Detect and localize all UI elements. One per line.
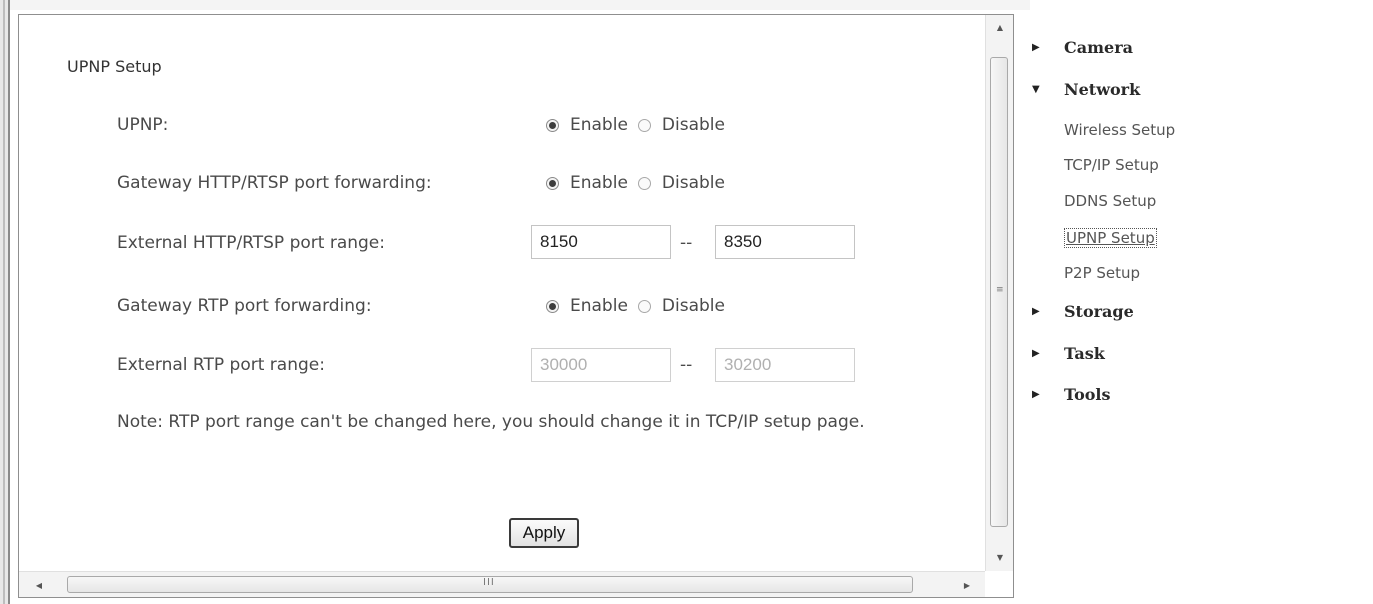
- external-http-rtsp-range-label: External HTTP/RTSP port range:: [117, 233, 385, 253]
- scroll-grip-icon: ≡: [996, 285, 1004, 295]
- scroll-down-arrow-icon[interactable]: ▼: [986, 545, 1013, 569]
- nav-item-tcpip-setup[interactable]: TCP/IP Setup: [1064, 156, 1159, 174]
- nav-category-label: Storage: [1064, 302, 1134, 321]
- gateway-http-rtsp-enable-label[interactable]: Enable: [570, 173, 628, 193]
- nav-item-wireless-setup[interactable]: Wireless Setup: [1064, 121, 1175, 139]
- vertical-scroll-thumb[interactable]: ≡: [990, 57, 1008, 527]
- gateway-http-rtsp-disable-radio[interactable]: [637, 176, 651, 190]
- gateway-http-rtsp-radio-group: Enable Disable: [546, 173, 735, 193]
- collapsed-triangle-icon: ▶: [1032, 348, 1040, 359]
- gateway-rtp-disable-radio[interactable]: [637, 299, 651, 313]
- nav-category-label: Network: [1064, 80, 1141, 99]
- scroll-left-arrow-icon[interactable]: ◀: [27, 572, 51, 597]
- left-window-border: [0, 0, 10, 604]
- gateway-rtp-label: Gateway RTP port forwarding:: [117, 296, 372, 316]
- gateway-rtp-disable-label[interactable]: Disable: [662, 296, 725, 316]
- nav-category-label: Tools: [1064, 385, 1111, 404]
- nav-category-label: Camera: [1064, 38, 1134, 57]
- upnp-disable-radio[interactable]: [637, 118, 651, 132]
- vertical-scrollbar[interactable]: ▲ ≡ ▼: [985, 15, 1013, 571]
- nav-item-upnp-setup[interactable]: UPNP Setup: [1064, 228, 1157, 248]
- apply-button[interactable]: Apply: [509, 518, 579, 548]
- nav-category-label: Task: [1064, 344, 1105, 363]
- horizontal-scroll-thumb[interactable]: III: [67, 576, 913, 593]
- upnp-disable-label[interactable]: Disable: [662, 115, 725, 135]
- nav-category-tools[interactable]: ▶ Tools: [1020, 385, 1111, 404]
- nav-category-task[interactable]: ▶ Task: [1020, 344, 1105, 363]
- settings-content: UPNP Setup UPNP: Enable Disable Gateway …: [19, 15, 985, 571]
- http-port-start-input[interactable]: 8150: [531, 225, 671, 259]
- nav-category-storage[interactable]: ▶ Storage: [1020, 302, 1134, 321]
- http-port-end-input[interactable]: 8350: [715, 225, 855, 259]
- settings-navigation: ▶ Camera ▼ Network Wireless Setup TCP/IP…: [1020, 14, 1373, 604]
- collapsed-triangle-icon: ▶: [1032, 42, 1040, 53]
- horizontal-scrollbar[interactable]: ◀ III ▶: [19, 571, 985, 597]
- rtp-port-start-input: 30000: [531, 348, 671, 382]
- top-strip: [10, 0, 1030, 10]
- expanded-triangle-icon: ▼: [1032, 84, 1040, 95]
- gateway-http-rtsp-label: Gateway HTTP/RTSP port forwarding:: [117, 173, 432, 193]
- gateway-http-rtsp-disable-label[interactable]: Disable: [662, 173, 725, 193]
- upnp-enable-radio[interactable]: [546, 118, 559, 132]
- gateway-rtp-radio-group: Enable Disable: [546, 296, 735, 316]
- nav-item-ddns-setup[interactable]: DDNS Setup: [1064, 192, 1156, 210]
- rtp-range-separator: --: [680, 355, 693, 375]
- upnp-radio-group: Enable Disable: [546, 115, 735, 135]
- gateway-http-rtsp-enable-radio[interactable]: [546, 176, 559, 190]
- collapsed-triangle-icon: ▶: [1032, 389, 1040, 400]
- rtp-port-end-input: 30200: [715, 348, 855, 382]
- upnp-label: UPNP:: [117, 115, 169, 135]
- gateway-rtp-enable-label[interactable]: Enable: [570, 296, 628, 316]
- section-title: UPNP Setup: [67, 57, 162, 76]
- nav-item-p2p-setup[interactable]: P2P Setup: [1064, 264, 1140, 282]
- scroll-up-arrow-icon[interactable]: ▲: [986, 15, 1013, 39]
- rtp-note: Note: RTP port range can't be changed he…: [117, 412, 865, 432]
- external-rtp-range-label: External RTP port range:: [117, 355, 325, 375]
- upnp-setup-frame: UPNP Setup UPNP: Enable Disable Gateway …: [18, 14, 1014, 598]
- nav-category-network[interactable]: ▼ Network: [1020, 80, 1140, 99]
- collapsed-triangle-icon: ▶: [1032, 306, 1040, 317]
- scroll-right-arrow-icon[interactable]: ▶: [955, 572, 979, 597]
- http-range-separator: --: [680, 233, 693, 253]
- horizontal-grip-icon: III: [483, 577, 495, 588]
- upnp-enable-label[interactable]: Enable: [570, 115, 628, 135]
- gateway-rtp-enable-radio[interactable]: [546, 299, 559, 313]
- nav-category-camera[interactable]: ▶ Camera: [1020, 38, 1133, 57]
